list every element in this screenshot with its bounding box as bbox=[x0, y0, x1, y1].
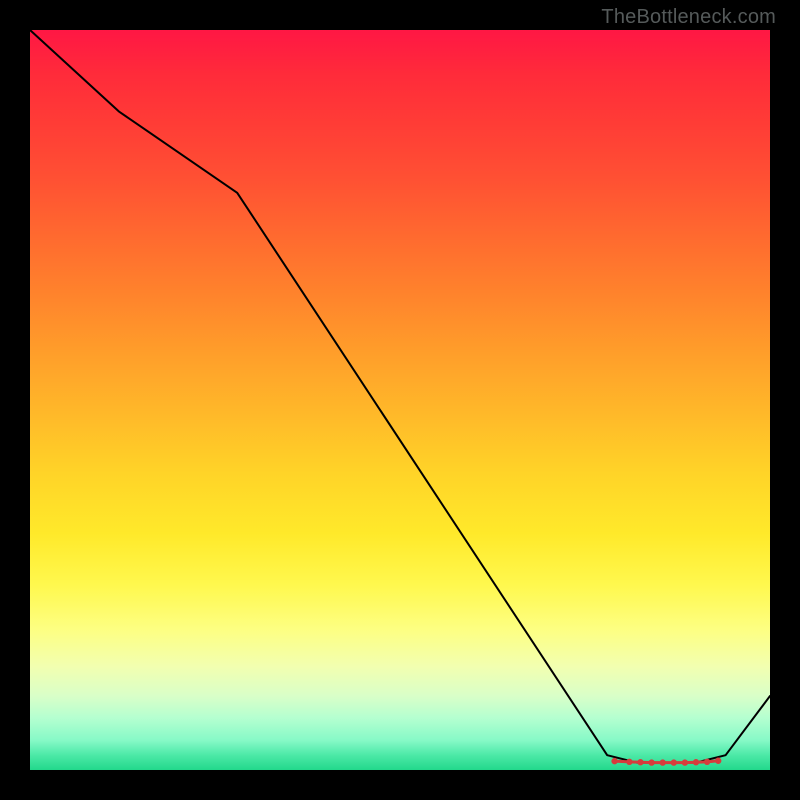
marker-dot bbox=[704, 759, 710, 765]
marker-dot bbox=[682, 759, 688, 765]
marker-dot bbox=[715, 758, 721, 764]
marker-dot bbox=[611, 758, 617, 764]
marker-dot bbox=[660, 759, 666, 765]
marker-dot bbox=[693, 759, 699, 765]
marker-dot bbox=[648, 759, 654, 765]
marker-group bbox=[611, 758, 721, 766]
watermark-text: TheBottleneck.com bbox=[601, 6, 776, 29]
marker-dot bbox=[637, 759, 643, 765]
marker-dot bbox=[671, 759, 677, 765]
chart-line-group bbox=[30, 30, 770, 763]
chart-svg bbox=[30, 30, 770, 770]
marker-dot bbox=[626, 759, 632, 765]
plot-area bbox=[30, 30, 770, 770]
chart-line bbox=[30, 30, 770, 763]
